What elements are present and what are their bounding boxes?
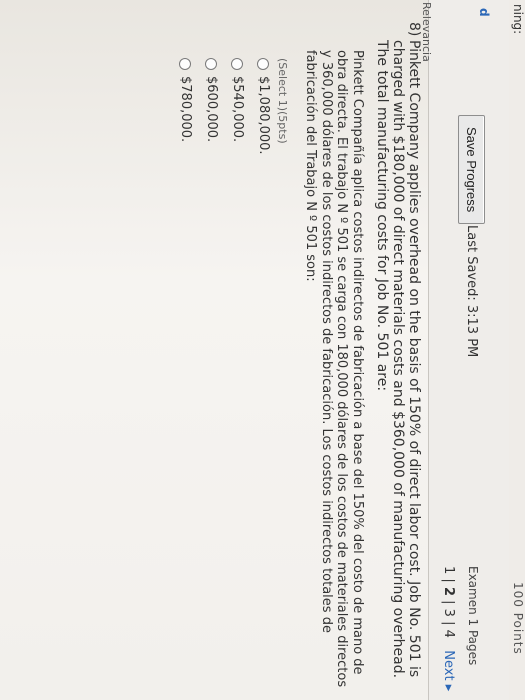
- radio-button-icon[interactable]: [179, 58, 192, 70]
- left-cut-label-2: d: [477, 8, 491, 17]
- answer-option-label: $540,000.: [230, 76, 245, 143]
- page-link-3[interactable]: 3: [441, 609, 456, 617]
- page-link-1[interactable]: 1: [441, 566, 456, 574]
- question-text-spanish: Pinkett Compañía aplica costos indirecto…: [303, 50, 366, 688]
- answer-option-2[interactable]: $540,000.: [230, 58, 245, 142]
- page-sep: |: [441, 578, 456, 587]
- answer-option-label: $1,080,000.: [256, 76, 271, 155]
- radio-button-icon[interactable]: [257, 58, 270, 70]
- radio-button-icon[interactable]: [231, 58, 244, 70]
- question-text-english: Pinkett Company applies overhead on the …: [374, 40, 422, 679]
- left-cut-label: ning:: [511, 4, 525, 35]
- answer-option-3[interactable]: $600,000.: [204, 58, 219, 142]
- last-saved-text: Last Saved: 3:13 PM: [464, 225, 479, 358]
- next-arrow-icon: ▸: [441, 684, 456, 692]
- answer-option-1[interactable]: $1,080,000.: [256, 58, 271, 155]
- exam-pages-label: Examen 1 Pages: [466, 566, 480, 666]
- next-link[interactable]: Next ▸: [441, 650, 456, 691]
- next-label: Next: [441, 650, 456, 681]
- radio-button-icon[interactable]: [205, 58, 218, 70]
- select-hint: (Select 1)(5pts): [276, 58, 289, 144]
- page-link-4[interactable]: 4: [441, 630, 456, 638]
- answer-option-label: $780,000.: [178, 76, 193, 143]
- page-sep: |: [441, 621, 456, 630]
- save-progress-button[interactable]: Save Progress: [458, 115, 485, 225]
- page-navigation: 1 | 2 | 3 | 4 Next ▸: [441, 566, 456, 691]
- exam-header: d Save Progress Last Saved: 3:13 PM Exam…: [428, 0, 509, 700]
- question-number: 8): [406, 22, 422, 37]
- photo-frame: ning: 100 Points d Save Progress Last Sa…: [0, 0, 525, 700]
- answer-option-label: $600,000.: [204, 76, 219, 143]
- points-label: 100 Points: [511, 582, 525, 655]
- answer-option-4[interactable]: $780,000.: [178, 58, 193, 142]
- page-sep: |: [441, 600, 456, 609]
- page-link-2-current[interactable]: 2: [441, 587, 456, 596]
- exam-screen: ning: 100 Points d Save Progress Last Sa…: [0, 0, 525, 700]
